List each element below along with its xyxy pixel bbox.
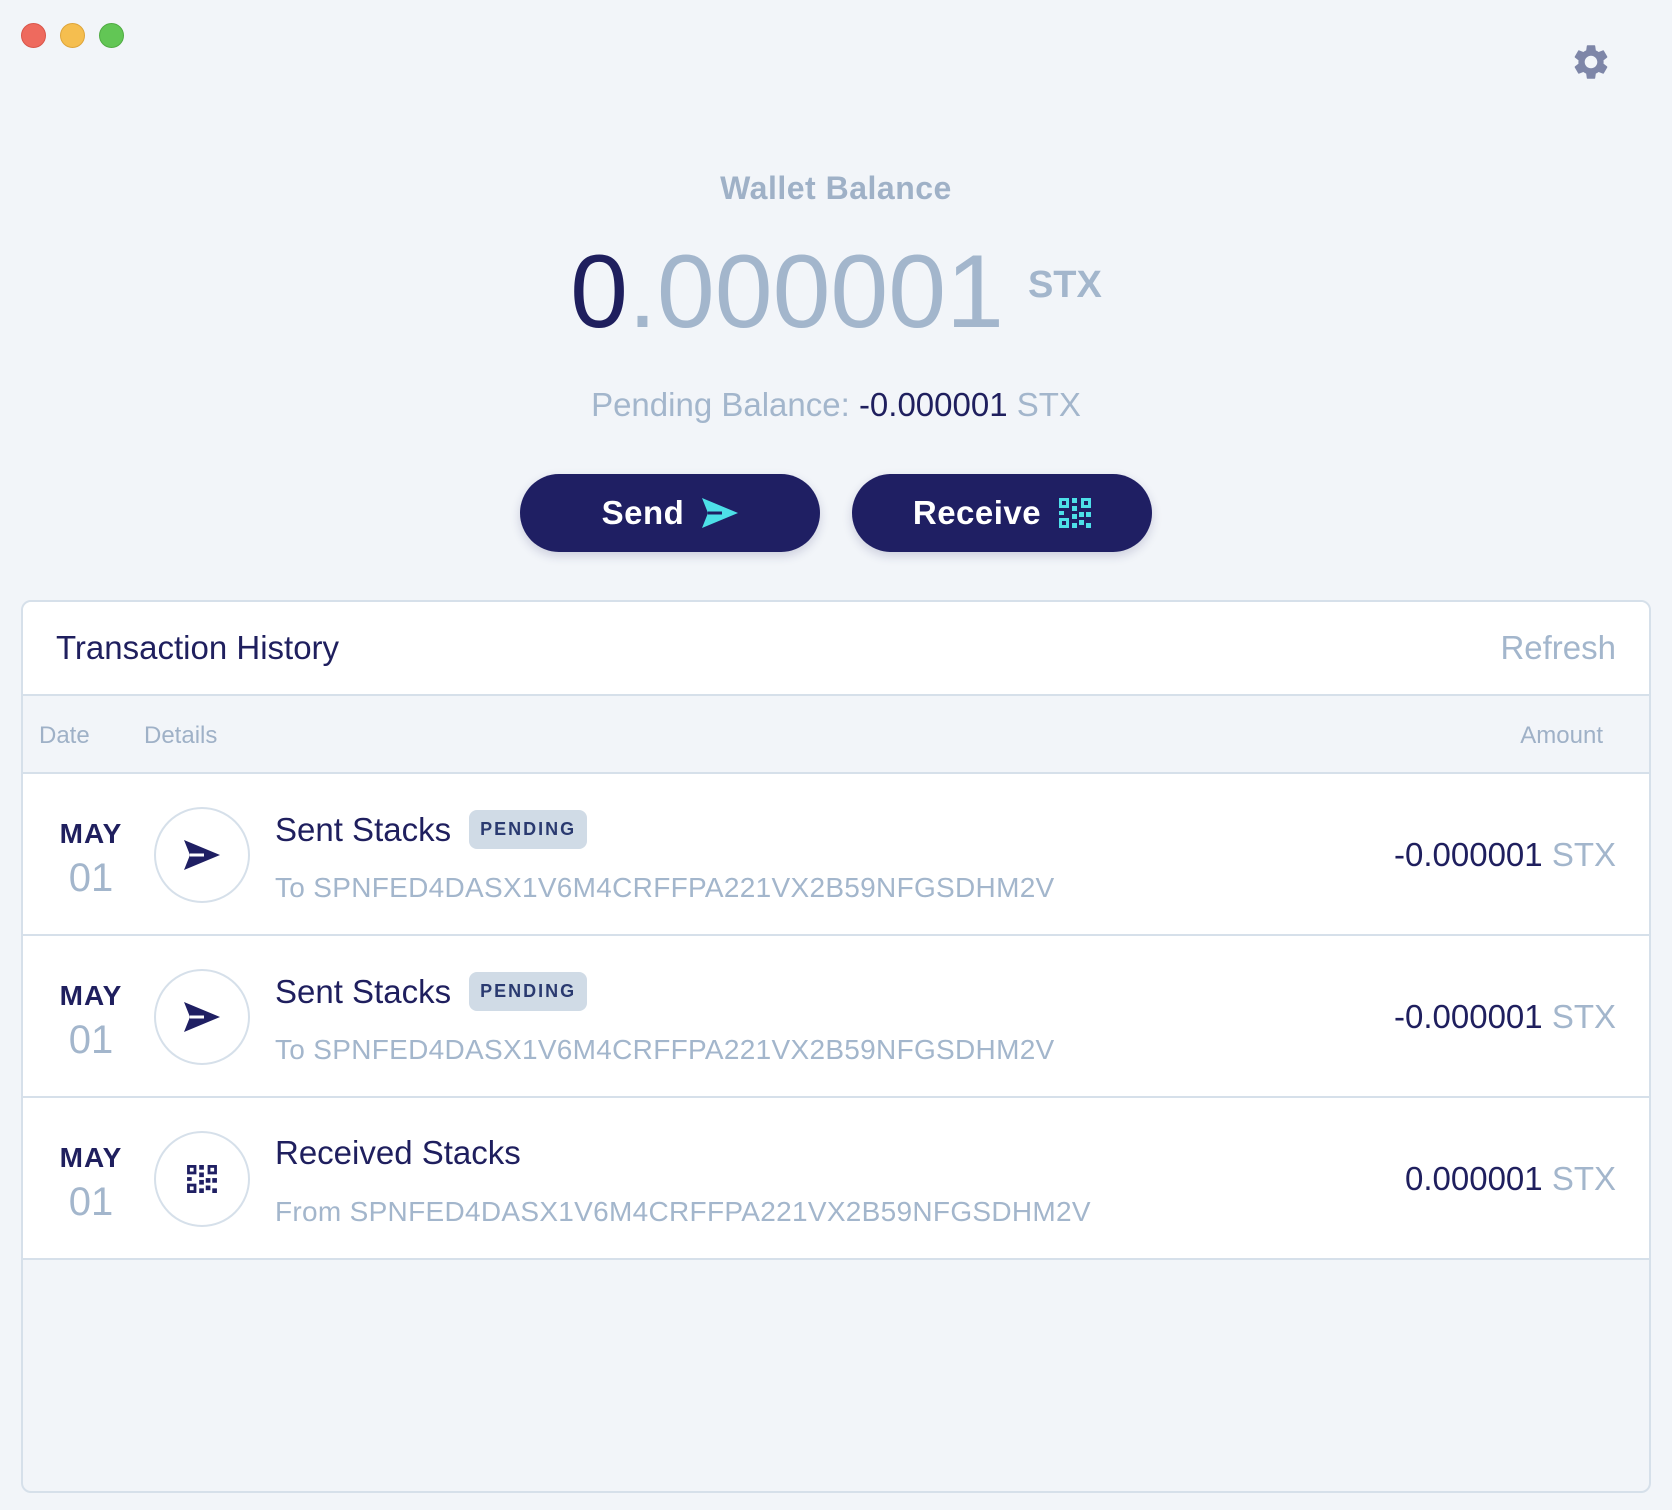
pending-balance-unit: STX <box>1016 386 1081 423</box>
transaction-history-header: Transaction History Refresh <box>23 602 1649 696</box>
transaction-title: Sent Stacks PENDING <box>275 810 588 849</box>
column-header-amount: Amount <box>1520 722 1603 749</box>
transaction-amount-value: -0.000001 <box>1394 836 1543 873</box>
pending-balance-label: Pending Balance: <box>591 386 850 423</box>
transaction-amount-unit: STX <box>1551 836 1616 873</box>
transaction-month: MAY <box>59 1142 123 1173</box>
status-badge: PENDING <box>469 810 588 849</box>
transaction-amount-value: -0.000001 <box>1394 998 1543 1035</box>
transaction-date: MAY 01 <box>56 980 126 1063</box>
refresh-button[interactable]: Refresh <box>1500 629 1616 667</box>
receive-button-label: Receive <box>912 494 1042 531</box>
transaction-title: Received Stacks <box>275 1134 521 1172</box>
minimize-window-button[interactable] <box>60 23 85 48</box>
qr-code-icon <box>154 1131 250 1227</box>
table-header: Date Details Amount <box>23 696 1649 774</box>
transaction-title: Sent Stacks PENDING <box>275 972 588 1011</box>
qr-code-icon <box>1059 498 1092 528</box>
table-row[interactable]: MAY 01 Sent Stacks PENDING To SPNFED4DAS… <box>23 936 1649 1098</box>
transaction-title-text: Received Stacks <box>275 1134 521 1171</box>
wallet-balance-label: Wallet Balance <box>720 170 952 206</box>
transaction-amount: -0.000001 STX <box>1394 836 1616 874</box>
paper-plane-icon <box>154 969 250 1065</box>
transaction-title-text: Sent Stacks <box>275 972 452 1010</box>
transaction-date: MAY 01 <box>56 818 126 901</box>
transaction-amount: 0.000001 STX <box>1405 1160 1616 1198</box>
transaction-history-panel: Transaction History Refresh Date Details… <box>21 600 1651 1493</box>
window-controls <box>21 23 124 48</box>
paper-plane-icon <box>702 498 739 528</box>
table-row[interactable]: MAY 01 Received Stacks From SPNFED4DASX1… <box>23 1098 1649 1260</box>
transaction-amount-unit: STX <box>1551 998 1616 1035</box>
transaction-amount-unit: STX <box>1551 1160 1616 1197</box>
transaction-amount-value: 0.000001 <box>1405 1160 1543 1197</box>
table-row[interactable]: MAY 01 Sent Stacks PENDING To SPNFED4DAS… <box>23 774 1649 936</box>
transaction-day: 01 <box>68 1018 114 1062</box>
balance-fraction: .000001 <box>628 234 1004 350</box>
transaction-address: From SPNFED4DASX1V6M4CRFFPA221VX2B59NFGS… <box>275 1196 1091 1227</box>
status-badge: PENDING <box>469 972 588 1011</box>
transaction-day: 01 <box>68 856 114 900</box>
transaction-month: MAY <box>59 818 123 849</box>
receive-button[interactable]: Receive <box>852 474 1152 552</box>
balance-integer: 0 <box>570 234 628 350</box>
transaction-amount: -0.000001 STX <box>1394 998 1616 1036</box>
gear-icon[interactable] <box>1570 41 1612 83</box>
wallet-balance-value: 0 .000001 STX <box>0 240 1672 344</box>
send-button[interactable]: Send <box>520 474 820 552</box>
transaction-title-text: Sent Stacks <box>275 810 452 848</box>
close-window-button[interactable] <box>21 23 46 48</box>
column-header-details: Details <box>144 722 218 749</box>
balance-unit: STX <box>1027 264 1102 306</box>
maximize-window-button[interactable] <box>99 23 124 48</box>
send-button-label: Send <box>601 494 685 531</box>
transaction-history-title: Transaction History <box>56 629 340 666</box>
transaction-day: 01 <box>68 1180 114 1224</box>
column-header-date: Date <box>39 722 90 749</box>
transaction-date: MAY 01 <box>56 1142 126 1225</box>
paper-plane-icon <box>154 807 250 903</box>
transaction-address: To SPNFED4DASX1V6M4CRFFPA221VX2B59NFGSDH… <box>275 1034 1055 1065</box>
transaction-month: MAY <box>59 980 123 1011</box>
transaction-address: To SPNFED4DASX1V6M4CRFFPA221VX2B59NFGSDH… <box>275 872 1055 903</box>
pending-balance: Pending Balance: -0.000001 STX <box>0 386 1672 424</box>
pending-balance-value: -0.000001 <box>858 386 1008 423</box>
